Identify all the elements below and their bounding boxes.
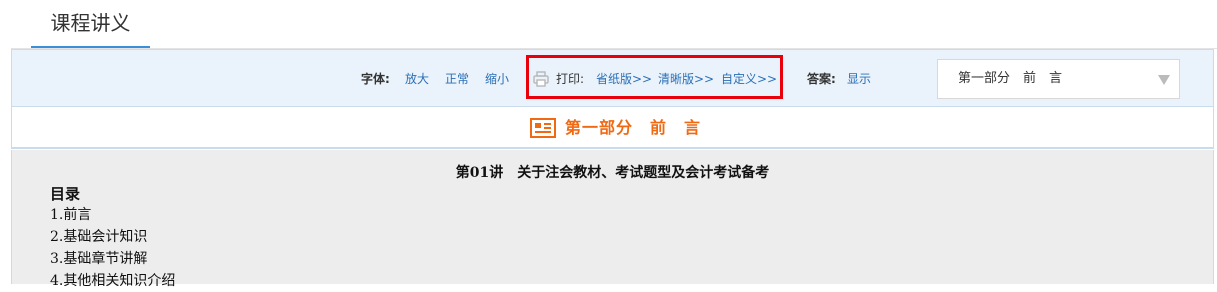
- page-title: 课程讲义: [31, 0, 150, 48]
- toc-item[interactable]: 2.基础会计知识: [50, 226, 175, 248]
- font-enlarge-link[interactable]: 放大: [405, 50, 429, 108]
- page-header: 课程讲义: [0, 0, 1217, 49]
- show-answer-link[interactable]: 显示: [847, 50, 871, 108]
- font-size-label: 字体:: [361, 72, 390, 86]
- lecture-content: 第01讲 关于注会教材、考试题型及会计考试备考 目录 1.前言 2.基础会计知识…: [11, 150, 1214, 289]
- section-select[interactable]: 第一部分 前 言: [937, 59, 1180, 99]
- toc-item[interactable]: 1.前言: [50, 204, 175, 226]
- toc-heading: 目录: [50, 185, 81, 203]
- toc-item[interactable]: 4.其他相关知识介绍: [50, 270, 175, 292]
- print-options-highlight: [526, 55, 783, 99]
- font-normal-link[interactable]: 正常: [445, 50, 469, 108]
- toc-item[interactable]: 3.基础章节讲解: [50, 248, 175, 270]
- section-title: 第一部分 前 言: [565, 118, 702, 137]
- answer-label: 答案:: [807, 72, 836, 86]
- font-shrink-link[interactable]: 缩小: [485, 50, 509, 108]
- section-header: 第一部分 前 言: [11, 107, 1214, 149]
- section-select-value: 第一部分 前 言: [958, 71, 1063, 86]
- toc-list: 1.前言 2.基础会计知识 3.基础章节讲解 4.其他相关知识介绍: [50, 204, 175, 292]
- toolbar: 字体: 放大 正常 缩小 打印: 省纸版>> 清晰版>> 自定义>> 答案: 显…: [11, 49, 1214, 107]
- dropdown-arrow-icon[interactable]: [1158, 75, 1170, 85]
- lecture-title: 第01讲 关于注会教材、考试题型及会计考试备考: [455, 165, 770, 181]
- book-icon: [530, 118, 556, 138]
